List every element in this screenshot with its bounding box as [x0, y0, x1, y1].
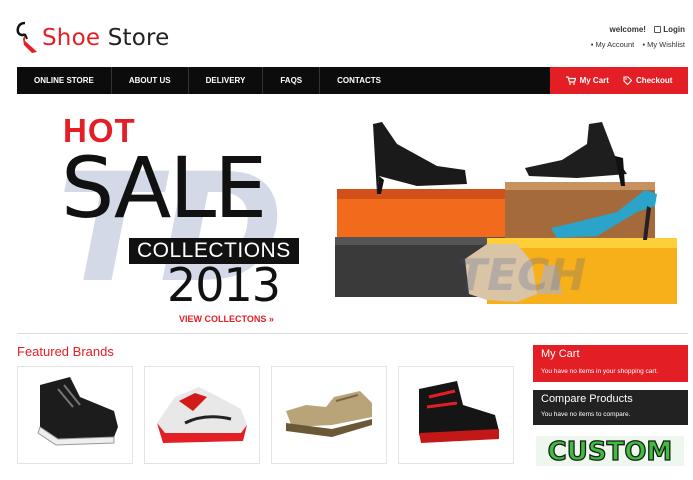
account-links: welcome! Login ▪ My Account ▪ My Wishlis…	[585, 25, 685, 49]
custom-banner-text: CUSTOM	[548, 437, 673, 466]
nav-contacts[interactable]: CONTACTS	[320, 67, 398, 94]
tag-icon	[623, 76, 632, 85]
sidebar-compare-text: You have no items to compare.	[533, 408, 688, 425]
cart-icon	[565, 76, 576, 85]
store-logo[interactable]: Shoe Store	[16, 18, 170, 58]
custom-banner[interactable]: CUSTOM	[536, 436, 684, 466]
featured-product-card[interactable]	[398, 366, 514, 464]
my-cart-button[interactable]: My Cart	[565, 76, 609, 85]
sidebar-cart-text: You have no items in your shopping cart.	[533, 365, 688, 382]
tan-shoe-image	[286, 391, 372, 437]
hero-banner[interactable]: TD TECH HOT SALE COLLECTIONS 2013 VIEW C…	[17, 94, 688, 334]
welcome-text: welcome!	[609, 25, 646, 34]
banner-year: 2013	[167, 258, 281, 312]
view-collections-link[interactable]: VIEW COLLECTONS »	[179, 314, 274, 324]
watermark-shape: TECH	[457, 250, 587, 301]
store-name-part2: Store	[107, 25, 170, 51]
nav-faqs[interactable]: FAQS	[263, 67, 321, 94]
nav-about-us[interactable]: ABOUT US	[112, 67, 189, 94]
black-red-sneaker-image	[419, 381, 499, 443]
banner-sale-text: SALE	[61, 139, 267, 237]
featured-product-card[interactable]	[144, 366, 260, 464]
red-running-shoe-image	[157, 387, 247, 443]
nav-delivery[interactable]: DELIVERY	[189, 67, 264, 94]
main-nav: ONLINE STORE ABOUT US DELIVERY FAQS CONT…	[17, 67, 688, 94]
featured-product-card[interactable]	[17, 366, 133, 464]
nav-online-store[interactable]: ONLINE STORE	[17, 67, 112, 94]
sidebar-cart-title: My Cart	[533, 345, 688, 365]
featured-product-card[interactable]	[271, 366, 387, 464]
store-name-part1: Shoe	[42, 25, 101, 51]
shoe-logo-icon	[16, 21, 37, 53]
page: Shoe Store welcome! Login ▪ My Account ▪…	[0, 0, 693, 480]
my-account-link[interactable]: ▪ My Account	[591, 40, 635, 49]
login-link[interactable]: Login	[654, 25, 685, 34]
my-wishlist-link[interactable]: ▪ My Wishlist	[642, 40, 685, 49]
checkout-button[interactable]: Checkout	[623, 76, 672, 85]
login-icon	[654, 26, 662, 33]
store-name: Shoe Store	[42, 25, 170, 51]
sidebar-compare-title: Compare Products	[533, 390, 688, 410]
black-sneaker-image	[37, 377, 118, 446]
featured-brands-heading: Featured Brands	[17, 344, 114, 359]
cart-checkout-bar: My Cart Checkout	[550, 67, 688, 94]
